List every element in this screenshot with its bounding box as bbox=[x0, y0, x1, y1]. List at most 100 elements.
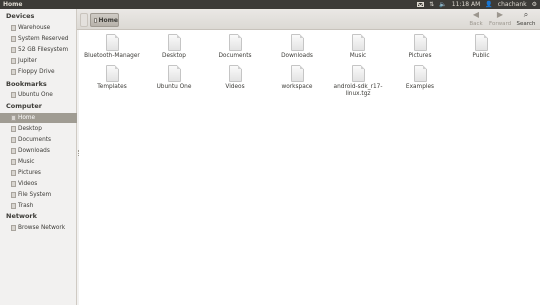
drive-icon bbox=[11, 47, 16, 53]
file-name: Templates bbox=[97, 84, 127, 90]
sidebar-item-system-reserved[interactable]: System Reserved bbox=[0, 34, 77, 44]
bookmarks-heading: Bookmarks bbox=[6, 80, 47, 88]
toolbar: Home ◀ Back ▶ Forward ⌕ Search bbox=[0, 9, 540, 30]
sidebar-item-browse-network[interactable]: Browse Network bbox=[0, 223, 77, 233]
user-icon: 👤 bbox=[485, 1, 493, 8]
sidebar-item-trash[interactable]: Trash bbox=[0, 201, 77, 211]
file-item-videos[interactable]: Videos bbox=[205, 65, 265, 91]
arrow-left-icon: ◀ bbox=[472, 10, 480, 19]
search-label: Search bbox=[516, 21, 536, 27]
file-item-documents[interactable]: Documents bbox=[205, 34, 265, 60]
file-item-public[interactable]: Public bbox=[451, 34, 511, 60]
computer-heading: Computer bbox=[6, 102, 43, 110]
devices-heading: Devices bbox=[6, 12, 35, 20]
folder-icon bbox=[228, 65, 242, 82]
file-item-pictures[interactable]: Pictures bbox=[390, 34, 450, 60]
sidebar-item-jupiter[interactable]: Jupiter bbox=[0, 56, 77, 66]
folder-icon bbox=[413, 34, 427, 51]
clock[interactable]: 11:18 AM bbox=[452, 0, 480, 9]
trash-icon bbox=[11, 203, 16, 209]
breadcrumb-home[interactable]: Home bbox=[90, 13, 119, 27]
back-label: Back bbox=[469, 21, 483, 27]
folder-icon bbox=[11, 137, 16, 143]
volume-icon[interactable]: 🔈 bbox=[439, 0, 446, 9]
folder-icon bbox=[167, 65, 181, 82]
sidebar-item-pictures[interactable]: Pictures bbox=[0, 168, 77, 178]
folder-icon bbox=[228, 34, 242, 51]
home-folder-icon bbox=[94, 17, 97, 23]
forward-label: Forward bbox=[489, 21, 512, 27]
drive-icon bbox=[11, 25, 16, 31]
folder-icon bbox=[105, 34, 119, 51]
search-button[interactable]: ⌕ Search bbox=[515, 10, 537, 28]
path-scroll-button[interactable] bbox=[80, 13, 88, 27]
network-heading: Network bbox=[6, 212, 37, 220]
file-item-android-sdk[interactable]: android-sdk_r17- linux.tgz bbox=[328, 65, 388, 98]
sidebar-item-file-system[interactable]: File System bbox=[0, 190, 77, 200]
file-name: Videos bbox=[225, 84, 245, 90]
file-item-music[interactable]: Music bbox=[328, 34, 388, 60]
folder-icon bbox=[167, 34, 181, 51]
breadcrumb-label: Home bbox=[98, 16, 118, 24]
drive-icon bbox=[11, 36, 16, 42]
file-name: Downloads bbox=[281, 53, 313, 59]
sidebar-item-home[interactable]: Home bbox=[0, 113, 77, 123]
folder-icon bbox=[11, 159, 16, 165]
file-name: workspace bbox=[281, 84, 313, 90]
folder-icon bbox=[11, 92, 16, 98]
search-icon: ⌕ bbox=[523, 10, 529, 19]
file-name: Documents bbox=[218, 53, 252, 59]
sidebar-item-desktop[interactable]: Desktop bbox=[0, 124, 77, 134]
mail-icon[interactable] bbox=[417, 2, 425, 7]
folder-icon bbox=[351, 34, 365, 51]
sidebar-item-52gb-filesystem[interactable]: 52 GB Filesystem bbox=[0, 45, 77, 55]
file-name: Ubuntu One bbox=[156, 84, 192, 90]
sidebar-item-ubuntu-one[interactable]: Ubuntu One bbox=[0, 90, 77, 100]
drive-icon bbox=[11, 58, 16, 64]
indicator-area: ⇅ 🔈 11:18 AM 👤 chachank ⚙ bbox=[417, 0, 537, 9]
file-name: Desktop bbox=[162, 53, 186, 59]
sidebar-item-floppy-drive[interactable]: Floppy Drive bbox=[0, 67, 77, 77]
file-name: Public bbox=[472, 53, 490, 59]
folder-icon bbox=[474, 34, 488, 51]
folder-icon bbox=[11, 181, 16, 187]
sidebar-item-music[interactable]: Music bbox=[0, 157, 77, 167]
folder-icon bbox=[11, 148, 16, 154]
file-name-line: linux.tgz bbox=[345, 91, 371, 97]
desktop-icon bbox=[11, 126, 16, 132]
sidebar-item-documents[interactable]: Documents bbox=[0, 135, 77, 145]
file-name: Pictures bbox=[408, 53, 432, 59]
back-button[interactable]: ◀ Back bbox=[465, 10, 487, 28]
sidebar-item-videos[interactable]: Videos bbox=[0, 179, 77, 189]
file-item-bluetooth-manager[interactable]: Bluetooth-Manager bbox=[82, 34, 142, 60]
top-panel: Home ⇅ 🔈 11:18 AM 👤 chachank ⚙ bbox=[0, 0, 540, 9]
sidebar: Devices Warehouse System Reserved 52 GB … bbox=[0, 9, 77, 305]
sidebar-item-downloads[interactable]: Downloads bbox=[0, 146, 77, 156]
network-icon bbox=[11, 225, 16, 231]
file-item-ubuntu-one[interactable]: Ubuntu One bbox=[144, 65, 204, 91]
file-item-desktop[interactable]: Desktop bbox=[144, 34, 204, 60]
file-item-templates[interactable]: Templates bbox=[82, 65, 142, 91]
archive-icon bbox=[351, 65, 365, 82]
file-item-workspace[interactable]: workspace bbox=[267, 65, 327, 91]
file-item-examples[interactable]: Examples bbox=[390, 65, 450, 91]
sidebar-item-warehouse[interactable]: Warehouse bbox=[0, 23, 77, 33]
folder-icon bbox=[413, 65, 427, 82]
folder-icon bbox=[105, 65, 119, 82]
folder-icon bbox=[11, 170, 16, 176]
window-title: Home bbox=[3, 1, 23, 8]
file-view[interactable]: Bluetooth-Manager Desktop Documents Down… bbox=[79, 30, 540, 305]
home-icon bbox=[11, 115, 16, 121]
drive-icon bbox=[11, 192, 16, 198]
floppy-icon bbox=[11, 69, 16, 75]
gear-icon[interactable]: ⚙ bbox=[532, 0, 537, 9]
file-name: Bluetooth-Manager bbox=[84, 53, 140, 59]
network-icon[interactable]: ⇅ bbox=[429, 0, 434, 9]
user-name[interactable]: chachank bbox=[498, 0, 527, 9]
arrow-right-icon: ▶ bbox=[496, 10, 504, 19]
forward-button[interactable]: ▶ Forward bbox=[489, 10, 512, 28]
folder-icon bbox=[290, 65, 304, 82]
file-name-line: android-sdk_r17- bbox=[333, 84, 383, 90]
folder-icon bbox=[290, 34, 304, 51]
file-item-downloads[interactable]: Downloads bbox=[267, 34, 327, 60]
